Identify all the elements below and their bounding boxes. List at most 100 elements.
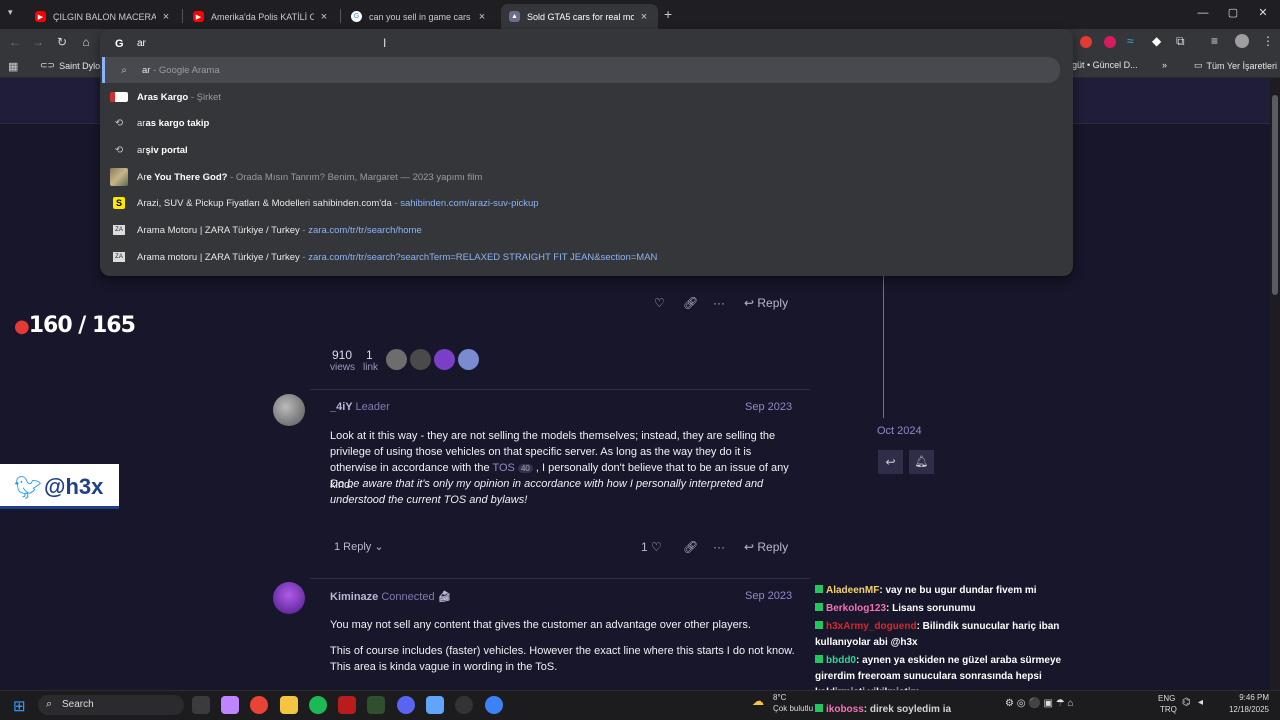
- avatar[interactable]: [458, 349, 479, 370]
- windows-start-icon[interactable]: ⊞: [13, 697, 26, 715]
- web-icon: G: [351, 11, 362, 22]
- timeline-track[interactable]: [883, 276, 884, 418]
- address-bar[interactable]: G ar I: [100, 33, 1073, 55]
- post-date[interactable]: Sep 2023: [745, 590, 792, 602]
- more-bookmarks-icon[interactable]: »: [1162, 60, 1167, 70]
- weather-icon[interactable]: ☁: [752, 694, 764, 708]
- address-input[interactable]: ar: [137, 38, 146, 49]
- extension-icon[interactable]: [1080, 36, 1092, 48]
- app-icon[interactable]: [485, 696, 503, 714]
- suggestion-item[interactable]: Are You There God? - Orada Mısın Tanrım?…: [100, 164, 1073, 190]
- bookmark-label: Tüm Yer İşaretleri: [1206, 60, 1278, 71]
- close-icon[interactable]: ×: [476, 11, 488, 23]
- taskbar-search[interactable]: ⌕ Search: [38, 695, 184, 715]
- file-explorer-icon[interactable]: [280, 696, 298, 714]
- new-tab-button[interactable]: +: [664, 6, 672, 22]
- puzzle-icon[interactable]: ⧉: [1176, 34, 1185, 49]
- reload-icon[interactable]: ↻: [53, 33, 71, 51]
- app-icon[interactable]: [367, 696, 385, 714]
- forum-icon: ▲: [509, 11, 520, 22]
- tab-list-icon[interactable]: ≡: [1211, 34, 1218, 48]
- suggestion-item[interactable]: S Arazi, SUV & Pickup Fiyatları & Modell…: [100, 190, 1073, 216]
- clock-time[interactable]: 9:46 PM: [1225, 693, 1269, 702]
- link-icon[interactable]: 🔗︎: [683, 296, 698, 310]
- weather-temp: 8°C: [773, 693, 787, 702]
- bookmark-label: güt • Güncel D...: [1072, 60, 1138, 70]
- bookmark-label: Saint Dylon: [59, 60, 106, 71]
- tab-3[interactable]: G can you sell in game cars in ca ×: [343, 4, 496, 29]
- search-label: Search: [62, 699, 94, 710]
- more-icon[interactable]: ···: [713, 296, 725, 310]
- apps-icon[interactable]: ▦: [8, 60, 18, 73]
- tray-icons[interactable]: ⚙ ◎ ⚫ ▣ ☂ ⌂: [1005, 698, 1074, 709]
- all-bookmarks[interactable]: ▭ Tüm Yer İşaretleri: [1194, 60, 1277, 71]
- reply-button[interactable]: ↩ Reply: [744, 540, 788, 554]
- suggestion-item[interactable]: ⟲ arşiv portal: [100, 137, 1073, 163]
- reply-topic-button[interactable]: ↩: [878, 450, 903, 474]
- like-button[interactable]: 1 ♡: [641, 540, 662, 554]
- reply-label: Reply: [757, 540, 789, 554]
- avatar[interactable]: [434, 349, 455, 370]
- avatar[interactable]: [410, 349, 431, 370]
- lang-indicator-sub: TRQ: [1160, 705, 1177, 714]
- maximize-button[interactable]: ▢: [1216, 3, 1250, 23]
- app-icon[interactable]: [426, 696, 444, 714]
- home-icon[interactable]: ⌂: [77, 33, 95, 51]
- post-author[interactable]: _4iY Leader: [330, 401, 390, 413]
- author-role: Leader: [355, 401, 390, 413]
- chrome-icon[interactable]: [250, 696, 268, 714]
- network-icon[interactable]: ⌬: [1182, 697, 1191, 708]
- reply-button[interactable]: ↩ Reply: [744, 296, 788, 310]
- more-icon[interactable]: ···: [713, 540, 725, 554]
- back-icon[interactable]: ←: [6, 33, 24, 51]
- extension-icon[interactable]: [1104, 36, 1116, 48]
- scrollbar-thumb[interactable]: [1272, 95, 1278, 295]
- clock-date[interactable]: 12/18/2025: [1215, 705, 1269, 714]
- close-window-button[interactable]: ✕: [1246, 3, 1280, 23]
- bookmark-saint-dylon[interactable]: ⊂⊃ Saint Dylon: [40, 60, 105, 71]
- notification-bell-icon[interactable]: 🔔︎: [909, 450, 934, 474]
- copilot-icon[interactable]: [221, 696, 239, 714]
- aras-logo-icon: [110, 88, 128, 106]
- app-icon[interactable]: [338, 696, 356, 714]
- avatar[interactable]: [386, 349, 407, 370]
- close-icon[interactable]: ×: [160, 11, 172, 23]
- link-icon[interactable]: 🔗︎: [683, 540, 698, 554]
- menu-icon[interactable]: ⋮: [1262, 34, 1274, 48]
- discord-icon[interactable]: [397, 696, 415, 714]
- tab-search-icon[interactable]: ▾: [8, 7, 24, 21]
- avatar[interactable]: [1235, 34, 1249, 48]
- movie-thumb-icon: [110, 168, 128, 186]
- history-icon: ⟲: [114, 117, 124, 129]
- extension-icon[interactable]: ◆: [1152, 34, 1161, 48]
- bookmark-partial[interactable]: güt • Güncel D...: [1072, 60, 1138, 70]
- close-icon[interactable]: ×: [638, 11, 650, 23]
- suggestion-item[interactable]: ⌕ ar - Google Arama: [102, 57, 1060, 83]
- tab-1[interactable]: ▶ ÇILGIN BALON MACERASI - GTA ×: [27, 4, 180, 29]
- forward-icon[interactable]: →: [29, 33, 47, 51]
- tab-4-active[interactable]: ▲ Sold GTA5 cars for real money ×: [501, 4, 658, 29]
- tab-2[interactable]: ▶ Amerika'da Polis KATİLİ Olmak ×: [185, 4, 338, 29]
- tos-link[interactable]: TOS: [492, 462, 514, 474]
- extension-icon[interactable]: ≈: [1127, 34, 1134, 48]
- task-view-icon[interactable]: [192, 696, 210, 714]
- replies-toggle[interactable]: 1 Reply ⌄: [334, 540, 384, 553]
- spotify-icon[interactable]: [309, 696, 327, 714]
- suggestion-text: Arazi, SUV & Pickup Fiyatları & Modeller…: [137, 197, 539, 209]
- tab-title: Amerika'da Polis KATİLİ Olmak: [211, 11, 314, 22]
- obs-icon[interactable]: [455, 696, 473, 714]
- suggestion-text: arşiv portal: [137, 144, 188, 156]
- volume-icon[interactable]: ◂: [1198, 697, 1203, 708]
- avatar[interactable]: [273, 394, 305, 426]
- avatar[interactable]: [273, 582, 305, 614]
- close-icon[interactable]: ×: [318, 11, 330, 23]
- suggestion-item[interactable]: Aras Kargo - Şirket: [100, 84, 1073, 110]
- post-date[interactable]: Sep 2023: [745, 401, 792, 413]
- suggestion-item[interactable]: ZA Arama motoru | ZARA Türkiye / Turkey …: [100, 244, 1073, 270]
- minimize-button[interactable]: —: [1186, 3, 1220, 23]
- suggestion-item[interactable]: ⟲ aras kargo takip: [100, 110, 1073, 136]
- lang-indicator[interactable]: ENG: [1158, 694, 1175, 703]
- suggestion-item[interactable]: ZA Arama Motoru | ZARA Türkiye / Turkey …: [100, 217, 1073, 243]
- post-author[interactable]: Kiminaze Connected 🍰︎: [330, 590, 452, 603]
- like-icon[interactable]: ♡: [654, 296, 665, 310]
